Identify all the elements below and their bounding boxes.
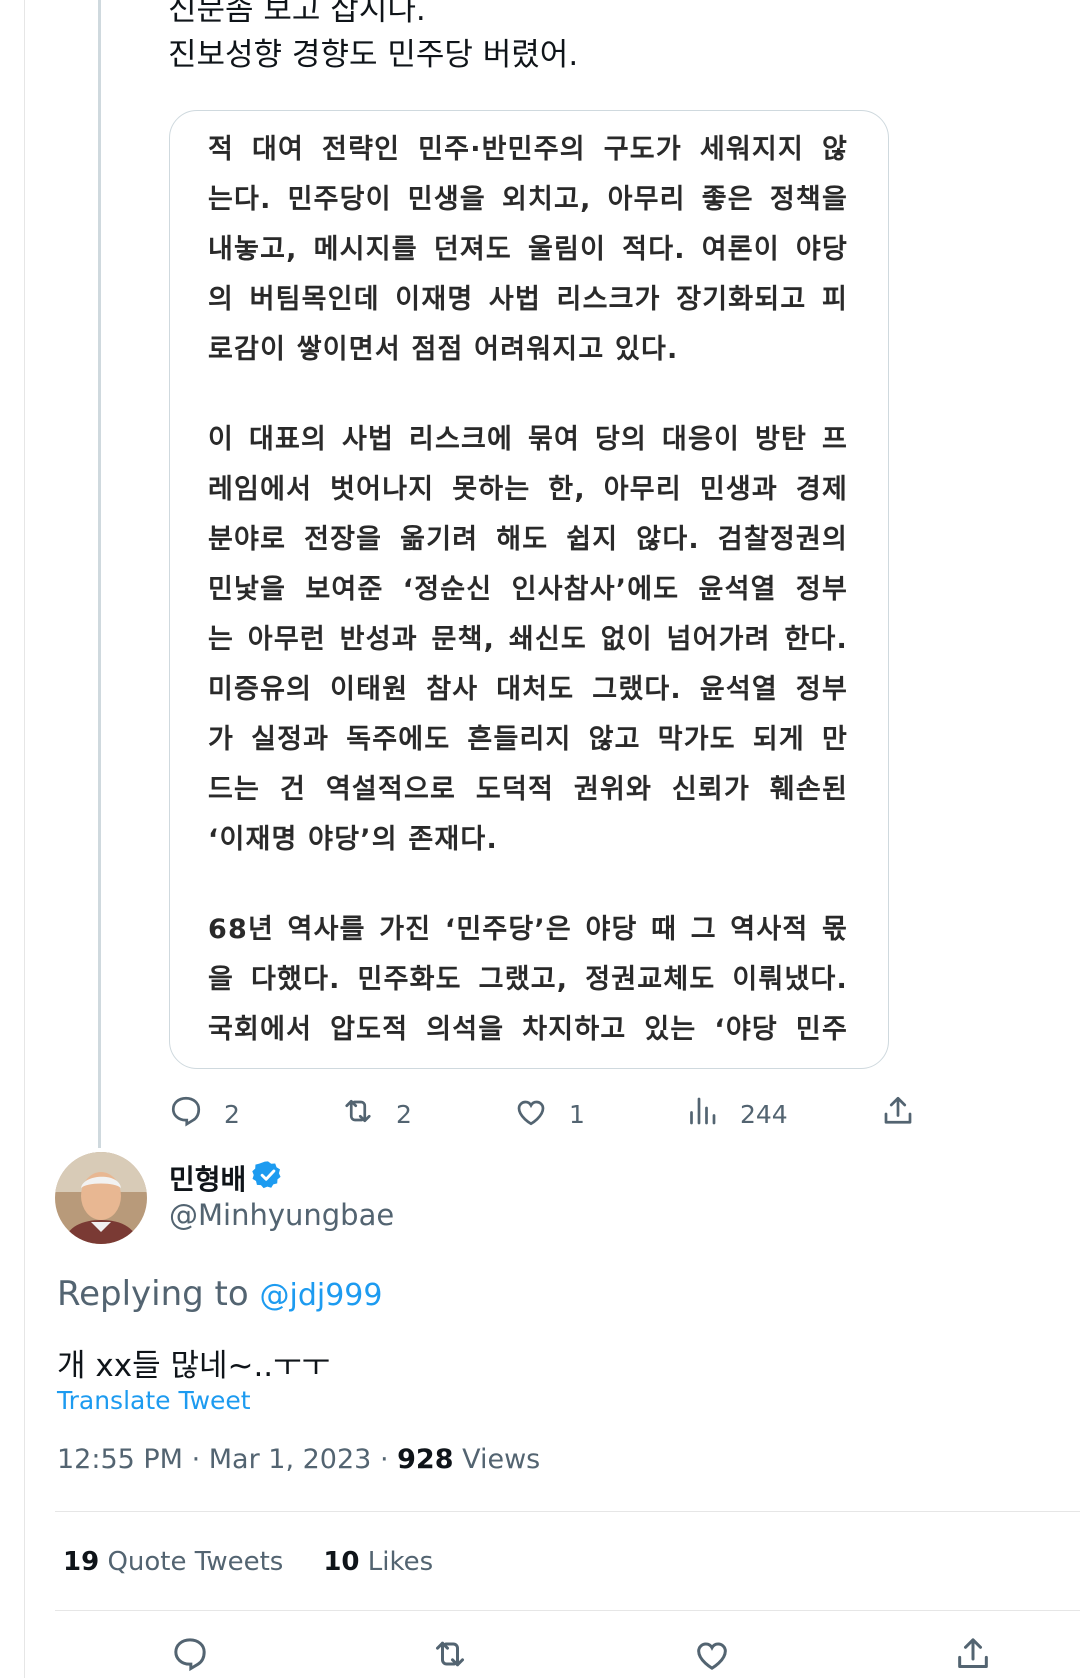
like-icon bbox=[513, 1093, 549, 1135]
divider bbox=[55, 1511, 1080, 1512]
article-line: 로감이 쌓이면서 점점 어려워지고 있다. bbox=[208, 334, 679, 365]
replying-to-mention[interactable]: @jdj999 bbox=[260, 1278, 383, 1313]
like-action[interactable]: 1 bbox=[513, 1092, 585, 1136]
article-paragraph: 적 대여 전략인 민주·반민주의 구도가 세워지지 않는다. 민주당이 민생을 … bbox=[208, 125, 848, 375]
main-tweet-actions bbox=[0, 1634, 1080, 1678]
like-icon[interactable] bbox=[692, 1634, 732, 1674]
column-border bbox=[24, 0, 25, 1678]
tweet-views-count: 928 bbox=[397, 1444, 454, 1475]
article-line: 적 대여 전략인 민주·반민주의 구도가 세워지지 않 bbox=[208, 134, 848, 165]
avatar[interactable] bbox=[55, 1152, 147, 1244]
display-name[interactable]: 민형배 bbox=[169, 1158, 284, 1198]
replying-prefix: Replying to bbox=[57, 1274, 249, 1314]
article-line: 는 아무런 반성과 문책, 쇄신도 없이 넘어가려 한다. bbox=[208, 624, 848, 655]
article-line: 가 실정과 독주에도 흔들리지 않고 막가도 되게 만 bbox=[208, 724, 848, 755]
views-count: 244 bbox=[740, 1099, 788, 1129]
thread-connector-line bbox=[98, 0, 101, 1148]
article-line: 는다. 민주당이 민생을 외치고, 아무리 좋은 정책을 bbox=[208, 184, 848, 215]
share-icon[interactable] bbox=[953, 1634, 993, 1674]
reply-count: 2 bbox=[224, 1099, 240, 1129]
retweet-action[interactable]: 2 bbox=[340, 1092, 412, 1136]
tweet-thread-page: 신문좀 보고 삽시다. 진보성향 경향도 민주당 버렸어. 적 대여 전략인 민… bbox=[0, 0, 1080, 1678]
tweet-date[interactable]: Mar 1, 2023 bbox=[209, 1444, 372, 1475]
article-line: ‘이재명 야당’의 존재다. bbox=[208, 824, 498, 855]
tweet-views-label: Views bbox=[462, 1444, 541, 1475]
divider bbox=[55, 1610, 1080, 1611]
article-paragraph: 68년 역사를 가진 ‘민주당’은 야당 때 그 역사적 몫을 다했다. 민주화… bbox=[208, 905, 848, 1055]
display-name-text: 민형배 bbox=[169, 1163, 247, 1196]
retweet-icon bbox=[340, 1093, 376, 1135]
tweet-meta: 12:55 PM · Mar 1, 2023 · 928 Views bbox=[57, 1444, 540, 1475]
reply-action[interactable]: 2 bbox=[168, 1092, 240, 1136]
share-action[interactable] bbox=[880, 1092, 916, 1136]
article-line: 의 버팀목인데 이재명 사법 리스크가 장기화되고 피 bbox=[208, 284, 848, 315]
tweet-stats: 19 Quote Tweets 10 Likes bbox=[63, 1547, 433, 1577]
parent-tweet-actions: 2 2 1 244 bbox=[168, 1092, 988, 1136]
article-line: 미증유의 이태원 참사 대처도 그랬다. 윤석열 정부 bbox=[208, 674, 848, 705]
parent-tweet-line: 신문좀 보고 삽시다. bbox=[168, 0, 426, 28]
retweet-count: 2 bbox=[396, 1099, 412, 1129]
translate-tweet-link[interactable]: Translate Tweet bbox=[57, 1386, 251, 1415]
tweet-time[interactable]: 12:55 PM bbox=[57, 1444, 183, 1475]
article-line: 레임에서 벗어나지 못하는 한, 아무리 민생과 경제 bbox=[208, 474, 848, 505]
article-image-card[interactable]: 적 대여 전략인 민주·반민주의 구도가 세워지지 않는다. 민주당이 민생을 … bbox=[169, 110, 889, 1069]
article-image-text: 적 대여 전략인 민주·반민주의 구도가 세워지지 않는다. 민주당이 민생을 … bbox=[208, 125, 848, 1068]
article-line: 내놓고, 메시지를 던져도 울림이 적다. 여론이 야당 bbox=[208, 234, 848, 265]
meta-separator: · bbox=[379, 1444, 389, 1475]
likes-label: Likes bbox=[367, 1547, 434, 1577]
article-line: 이 대표의 사법 리스크에 묶여 당의 대응이 방탄 프 bbox=[208, 424, 848, 455]
reply-icon[interactable] bbox=[170, 1634, 210, 1674]
views-icon bbox=[684, 1093, 720, 1135]
quote-tweets-link[interactable]: 19 Quote Tweets bbox=[63, 1547, 283, 1577]
like-count: 1 bbox=[569, 1099, 585, 1129]
replying-to-line: Replying to @jdj999 bbox=[57, 1274, 382, 1314]
quote-tweets-label: Quote Tweets bbox=[107, 1547, 284, 1577]
article-line: 을 다했다. 민주화도 그랬고, 정권교체도 이뤄냈다. bbox=[208, 964, 848, 995]
verified-badge-icon bbox=[252, 1159, 284, 1198]
likes-link[interactable]: 10 Likes bbox=[323, 1547, 433, 1577]
parent-tweet-line: 진보성향 경향도 민주당 버렸어. bbox=[168, 37, 579, 73]
likes-count: 10 bbox=[323, 1547, 360, 1577]
views-action[interactable]: 244 bbox=[684, 1092, 788, 1136]
user-handle[interactable]: @Minhyungbae bbox=[169, 1198, 394, 1232]
article-line: 68년 역사를 가진 ‘민주당’은 야당 때 그 역사적 몫 bbox=[208, 914, 848, 945]
article-line: 드는 건 역설적으로 도덕적 권위와 신뢰가 훼손된 bbox=[208, 774, 848, 805]
retweet-icon[interactable] bbox=[430, 1634, 470, 1674]
parent-tweet-text: 신문좀 보고 삽시다. 진보성향 경향도 민주당 버렸어. bbox=[168, 0, 888, 78]
share-icon bbox=[880, 1093, 916, 1135]
tweet-text: 개 xx들 많네~..ㅜㅜ bbox=[57, 1348, 331, 1384]
reply-icon bbox=[168, 1093, 204, 1135]
meta-separator: · bbox=[191, 1444, 201, 1475]
article-line: 국회에서 압도적 의석을 차지하고 있는 ‘야당 민주 bbox=[208, 1014, 848, 1045]
article-line: 분야로 전장을 옮기려 해도 쉽지 않다. 검찰정권의 bbox=[208, 524, 848, 555]
quote-tweets-count: 19 bbox=[63, 1547, 100, 1577]
article-paragraph: 이 대표의 사법 리스크에 묶여 당의 대응이 방탄 프레임에서 벗어나지 못하… bbox=[208, 415, 848, 865]
article-line: 민낯을 보여준 ‘정순신 인사참사’에도 윤석열 정부 bbox=[208, 574, 848, 605]
